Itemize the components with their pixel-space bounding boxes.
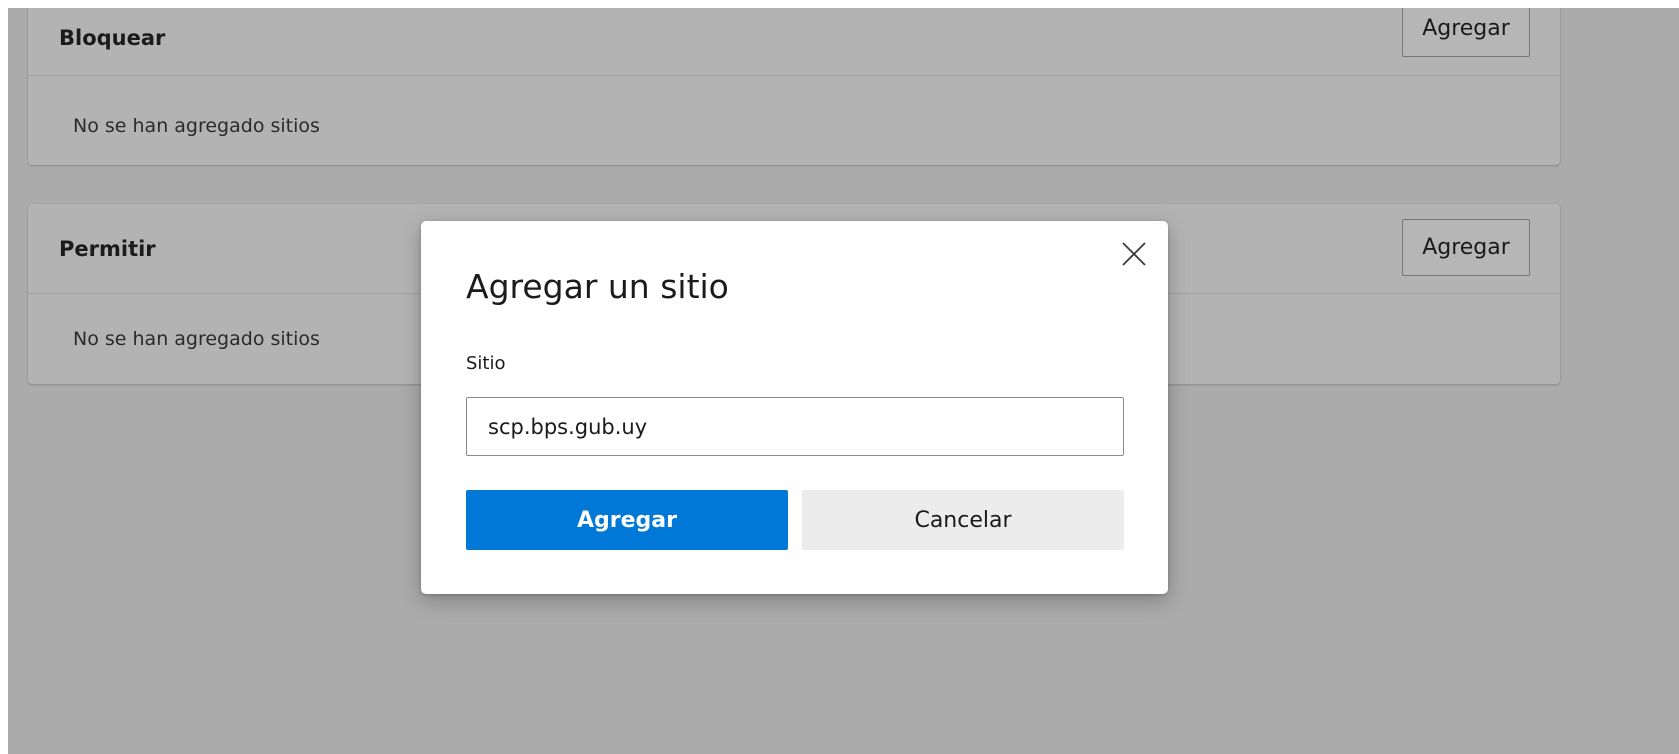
- block-section-title: Bloquear: [59, 26, 166, 50]
- block-section-header: Bloquear Agregar: [28, 8, 1560, 76]
- close-button[interactable]: [1117, 237, 1151, 271]
- allow-add-button[interactable]: Agregar: [1402, 219, 1530, 276]
- allow-empty-text: No se han agregado sitios: [73, 328, 320, 350]
- add-site-dialog: Agregar un sitio Sitio Agregar Cancelar: [421, 221, 1168, 594]
- confirm-add-button[interactable]: Agregar: [466, 490, 788, 550]
- site-input[interactable]: [466, 397, 1124, 456]
- site-field-label: Sitio: [466, 353, 506, 374]
- settings-page-overlay: Bloquear Agregar No se han agregado siti…: [8, 8, 1679, 754]
- dialog-title: Agregar un sitio: [466, 267, 729, 306]
- allow-section-title: Permitir: [59, 237, 156, 261]
- block-empty-text: No se han agregado sitios: [73, 115, 320, 137]
- block-add-button[interactable]: Agregar: [1402, 8, 1530, 57]
- cancel-button[interactable]: Cancelar: [802, 490, 1124, 550]
- block-section: Bloquear Agregar No se han agregado siti…: [28, 8, 1560, 165]
- close-icon: [1122, 242, 1146, 266]
